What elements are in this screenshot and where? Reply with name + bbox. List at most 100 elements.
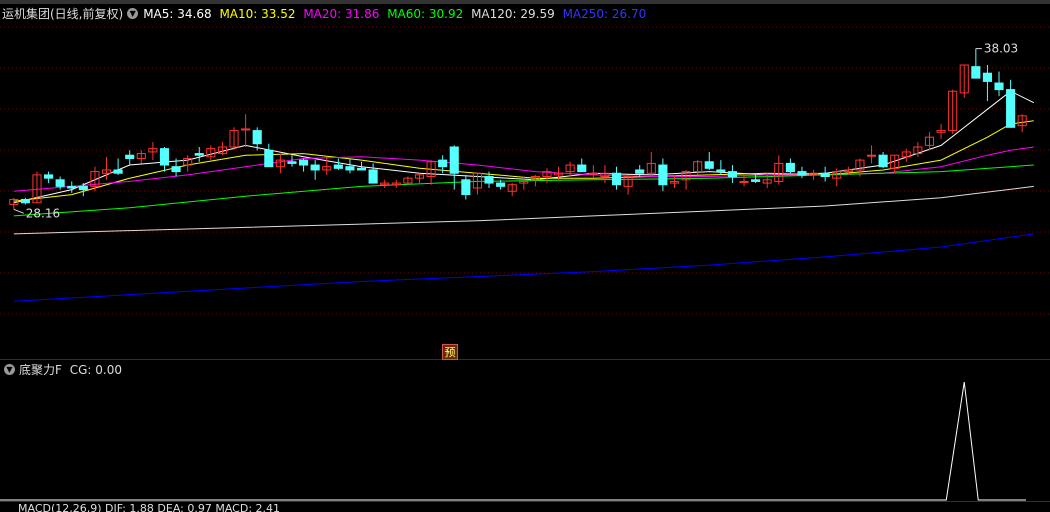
- candle[interactable]: [414, 173, 425, 184]
- candlesticks[interactable]: [9, 48, 1027, 210]
- candle[interactable]: [148, 142, 158, 161]
- candle[interactable]: [577, 158, 587, 173]
- candle[interactable]: [971, 48, 981, 79]
- candle[interactable]: [44, 171, 54, 184]
- candle-body: [1006, 89, 1016, 128]
- candle[interactable]: [20, 197, 30, 205]
- candle[interactable]: [994, 71, 1004, 97]
- candle[interactable]: [797, 166, 807, 179]
- candle-body: [159, 148, 170, 166]
- candle[interactable]: [507, 183, 517, 197]
- candle-body: [299, 159, 309, 166]
- candle-body: [982, 72, 992, 82]
- stock-chart-window: { "header": { "title": "运机集团(日线,前复权)", "…: [0, 0, 1050, 512]
- candle[interactable]: [345, 158, 355, 174]
- ma120-label: MA120: 29.59: [471, 7, 555, 21]
- candle[interactable]: [820, 166, 830, 182]
- candle[interactable]: [194, 147, 204, 162]
- candle[interactable]: [136, 150, 146, 164]
- candle[interactable]: [658, 158, 668, 192]
- candle-body: [449, 146, 459, 174]
- candle[interactable]: [982, 65, 992, 102]
- candle-body: [368, 169, 378, 184]
- candle[interactable]: [264, 143, 274, 168]
- candle[interactable]: [426, 160, 436, 185]
- candle[interactable]: [878, 151, 888, 169]
- candle[interactable]: [322, 156, 332, 175]
- candle[interactable]: [890, 154, 900, 174]
- candle-body: [461, 179, 471, 196]
- ma20-label: MA20: 31.86: [303, 7, 380, 21]
- candle[interactable]: [611, 166, 622, 190]
- candle-body: [727, 171, 737, 178]
- candle-body: [588, 172, 598, 175]
- ma60-label: MA60: 30.92: [387, 7, 464, 21]
- macd-header[interactable]: MACD(12,26,9) DIF: 1.88 DEA: 0.97 MACD: …: [18, 503, 280, 512]
- candle[interactable]: [461, 174, 471, 200]
- candle[interactable]: [368, 163, 378, 184]
- candle[interactable]: [333, 158, 343, 170]
- candle-body: [704, 161, 714, 169]
- candle[interactable]: [646, 151, 656, 177]
- indicator-toggle-icon[interactable]: ▼: [4, 364, 15, 375]
- candle[interactable]: [901, 148, 911, 162]
- candle-body: [171, 166, 181, 173]
- candle-body: [820, 172, 830, 178]
- ma5-label: MA5: 34.68: [143, 7, 212, 21]
- candle[interactable]: [275, 153, 285, 174]
- grid-lines: [0, 26, 1050, 502]
- settings-toggle-icon[interactable]: ▼: [127, 8, 139, 19]
- cg-line: [0, 381, 1026, 501]
- candle[interactable]: [159, 147, 170, 172]
- candle[interactable]: [809, 169, 819, 180]
- candle[interactable]: [9, 197, 19, 210]
- candle[interactable]: [774, 155, 784, 185]
- ma250-label: MA250: 26.70: [562, 7, 647, 21]
- candle[interactable]: [310, 160, 320, 180]
- candle[interactable]: [866, 145, 877, 164]
- candle-body: [716, 169, 726, 173]
- candle[interactable]: [380, 179, 390, 188]
- candle[interactable]: [183, 155, 193, 172]
- candle-body: [438, 159, 448, 168]
- top-tabs-strip: [0, 0, 1050, 4]
- moving-average-lines: [13, 90, 1035, 302]
- candle-body: [333, 164, 343, 169]
- candle[interactable]: [391, 179, 401, 188]
- candle[interactable]: [623, 174, 633, 195]
- candle[interactable]: [704, 151, 714, 170]
- forecast-badge[interactable]: 预: [442, 344, 458, 360]
- candle[interactable]: [588, 165, 598, 179]
- candle-body: [356, 167, 367, 171]
- high-price-label: 38.03: [984, 42, 1018, 56]
- candle-body: [264, 149, 274, 168]
- candle[interactable]: [739, 174, 749, 187]
- cg-indicator-line: [0, 381, 1026, 501]
- low-price-label: 28.16: [26, 206, 60, 220]
- candle[interactable]: [785, 158, 795, 174]
- candle[interactable]: [948, 89, 958, 134]
- candle[interactable]: [241, 114, 251, 147]
- candle[interactable]: [217, 142, 227, 156]
- indicator-value: CG: 0.00: [69, 363, 122, 377]
- stock-title[interactable]: 运机集团(日线,前复权): [2, 7, 123, 21]
- candle[interactable]: [125, 150, 135, 166]
- candle[interactable]: [113, 158, 123, 175]
- low-pointer: [13, 208, 24, 214]
- candle-body: [994, 82, 1004, 91]
- candle-body: [611, 172, 622, 186]
- candle[interactable]: [959, 64, 969, 98]
- candle[interactable]: [229, 127, 239, 151]
- candle[interactable]: [936, 124, 946, 139]
- candle[interactable]: [299, 158, 309, 172]
- candle[interactable]: [1006, 79, 1016, 128]
- candle[interactable]: [727, 165, 737, 184]
- candle-body: [739, 180, 749, 183]
- candle[interactable]: [565, 161, 575, 177]
- candle[interactable]: [751, 174, 761, 184]
- candle[interactable]: [403, 176, 413, 185]
- candle[interactable]: [924, 132, 935, 151]
- candle[interactable]: [206, 145, 216, 161]
- indicator-name[interactable]: 底聚力F: [19, 363, 62, 377]
- candle-body: [55, 179, 65, 187]
